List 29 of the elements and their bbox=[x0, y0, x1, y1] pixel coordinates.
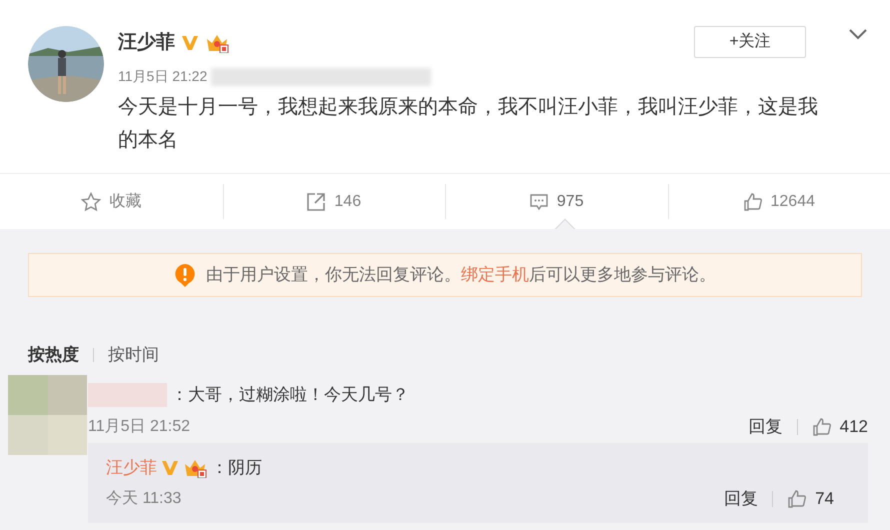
comment-time: 11月5日 21:52 bbox=[88, 417, 190, 437]
thumbs-up-icon bbox=[812, 417, 832, 437]
reply-text: ：阴历 bbox=[211, 457, 262, 480]
notice-text: 由于用户设置，你无法回复评论。绑定手机后可以更多地参与评论。 bbox=[206, 264, 716, 286]
comment-icon bbox=[528, 192, 549, 212]
post-text: 今天是十月一号，我想起来我原来的本命，我不叫汪小菲，我叫汪少菲，这是我的本名 bbox=[118, 95, 819, 153]
share-icon bbox=[306, 192, 326, 212]
reply-link[interactable]: 回复 bbox=[748, 414, 783, 440]
comment-button[interactable]: 975 bbox=[528, 190, 584, 214]
author-name[interactable]: 汪少菲 bbox=[118, 28, 175, 58]
follow-button[interactable]: +关注 bbox=[694, 26, 806, 58]
like-button[interactable]: 74 bbox=[787, 486, 834, 512]
reply-link[interactable]: 回复 bbox=[724, 486, 758, 512]
warning-icon bbox=[174, 263, 196, 287]
star-button[interactable]: 收藏 bbox=[81, 190, 142, 214]
like-button[interactable]: 12644 bbox=[742, 190, 815, 214]
share-button[interactable]: 146 bbox=[306, 190, 362, 214]
chevron-down-icon[interactable] bbox=[848, 28, 868, 40]
like-button[interactable]: 412 bbox=[812, 414, 868, 440]
post-time: 11月5日 21:22 bbox=[118, 67, 208, 86]
crown-icon bbox=[205, 33, 229, 53]
thumbs-up-icon bbox=[742, 192, 762, 212]
reply-time: 今天 11:33 bbox=[106, 489, 182, 509]
thumbs-up-icon bbox=[787, 489, 808, 509]
comment-text: ：大哥，过糊涂啦！今天几号？ bbox=[171, 384, 409, 406]
star-icon bbox=[81, 192, 102, 212]
crown-icon bbox=[183, 458, 207, 478]
sort-tab[interactable]: 按热度 bbox=[28, 342, 79, 368]
sort-tab[interactable]: 按时间 bbox=[108, 342, 159, 368]
